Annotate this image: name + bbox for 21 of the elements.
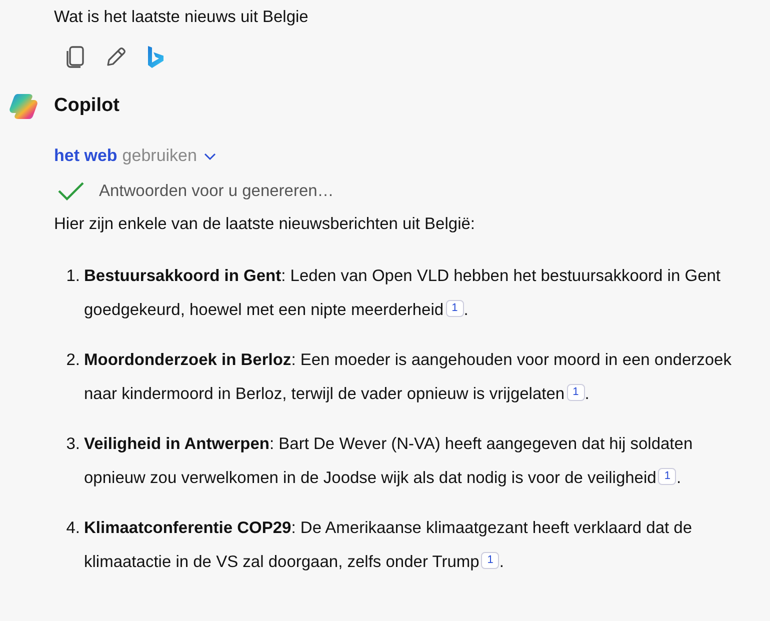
- copy-icon[interactable]: [64, 45, 86, 69]
- assistant-name: Copilot: [54, 95, 120, 117]
- web-search-toggle[interactable]: het web gebruiken: [54, 146, 217, 166]
- b-logo-icon[interactable]: [146, 45, 164, 69]
- list-number: 2.: [65, 350, 81, 371]
- news-item-text: Veiligheid in Antwerpen: Bart De Wever (N-VA) heeft aangegeven dat hij soldaten opnieuw zou verwelkomen in de Joodse wijk als dat nodig is voor de veiligheid 1 .: [84, 434, 694, 489]
- citation-link[interactable]: 1: [566, 384, 585, 401]
- citation-link[interactable]: 1: [446, 300, 464, 317]
- news-item-text: Bestuursakkoord in Gent: Leden van Open VLD hebben het bestuursakkoord in Gent goedgekeurd, hoewel met een nipte meerderheid 1 .: [84, 266, 722, 321]
- news-item-text: Klimaatconferentie COP29: De Amerikaanse klimaatgezant heeft verklaard dat de klimaatactie in de VS zal doorgaan, zelfs onder Trump 1 .: [84, 518, 694, 573]
- citation-link[interactable]: 1: [481, 552, 500, 569]
- user-message: Wat is het laatste nieuws uit Belgie: [54, 7, 310, 28]
- pencil-icon[interactable]: [104, 45, 128, 69]
- intro-text: Hier zijn enkele van de laatste nieuwsberichten uit België:: [54, 214, 476, 235]
- news-item-text: Moordonderzoek in Berloz: Een moeder is aangehouden voor moord in een onderzoek naar kindermoord in Berloz, terwijl de vader opnieuw is vrijgelaten 1 .: [84, 350, 732, 405]
- list-number: 4.: [65, 518, 81, 539]
- citation-link[interactable]: 1: [658, 468, 676, 485]
- copilot-logo-icon: [9, 91, 39, 121]
- status-text: Antwoorden voor u genereren…: [99, 182, 334, 200]
- list-number: 1.: [65, 266, 81, 287]
- list-number: 3.: [65, 434, 81, 455]
